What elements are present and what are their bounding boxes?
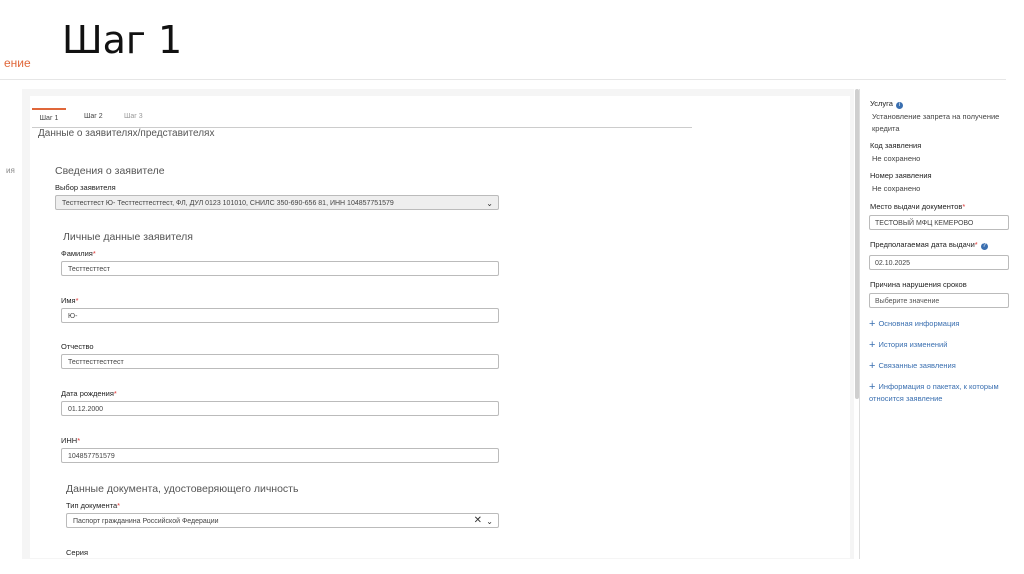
reason-label: Причина нарушения сроков: [870, 280, 967, 289]
date-label: Предполагаемая дата выдачи*?: [870, 240, 988, 250]
link-main-info[interactable]: + Основная информация: [869, 318, 960, 330]
applicant-select-value: Тесттесттест Ю- Тесттесттесттест, ФЛ, ДУ…: [62, 200, 394, 207]
patronymic-label: Отчество: [61, 342, 94, 351]
required-mark: *: [113, 389, 117, 398]
tab-step-2[interactable]: Шаг 2: [84, 113, 103, 120]
cropped-header-text: ение: [4, 56, 31, 70]
patronymic-input[interactable]: Тесттесттесттест: [61, 354, 499, 369]
document-section-title: Данные документа, удостоверяющего личнос…: [66, 483, 299, 495]
doc-type-select[interactable]: Паспорт гражданина Российской Федерации …: [66, 513, 499, 528]
form-heading: Данные о заявителях/представителях: [38, 128, 215, 139]
inn-label: ИНН*: [61, 436, 81, 445]
clear-icon[interactable]: ✕: [474, 513, 482, 528]
doc-type-label: Тип документа*: [66, 501, 121, 510]
tab-step-1[interactable]: Шаг 1: [32, 108, 66, 127]
required-mark: *: [77, 436, 81, 445]
required-mark: *: [974, 240, 978, 249]
applicant-section-title: Сведения о заявителе: [55, 165, 165, 177]
chevron-down-icon: ⌄: [486, 199, 493, 208]
number-label: Номер заявления: [870, 171, 932, 180]
required-mark: *: [92, 249, 96, 258]
applicant-select[interactable]: Тесттесттест Ю- Тесттесттесттест, ФЛ, ДУ…: [55, 195, 499, 210]
header-divider: [0, 79, 1006, 80]
reason-select[interactable]: Выберите значение: [869, 293, 1009, 308]
code-label: Код заявления: [870, 141, 922, 150]
name-input[interactable]: Ю-: [61, 308, 499, 323]
plus-icon: +: [869, 318, 876, 330]
sidebar-divider: [859, 89, 860, 559]
plus-icon: +: [869, 339, 876, 351]
plus-icon: +: [869, 381, 876, 393]
code-value: Не сохранено: [872, 154, 921, 163]
place-label: Место выдачи документов*: [870, 202, 966, 211]
cropped-side-text: ия: [6, 166, 15, 175]
personal-section-title: Личные данные заявителя: [63, 231, 193, 243]
help-icon[interactable]: ?: [980, 243, 988, 250]
required-mark: *: [75, 296, 79, 305]
birth-date-input[interactable]: 01.12.2000: [61, 401, 499, 416]
name-label: Имя*: [61, 296, 79, 305]
service-label: Услуга i: [870, 99, 903, 109]
applicant-select-label: Выбор заявителя: [55, 183, 116, 192]
series-label: Серия: [66, 548, 89, 557]
required-mark: *: [962, 202, 966, 211]
doc-type-value: Паспорт гражданина Российской Федерации: [73, 518, 219, 525]
tab-step-3[interactable]: Шаг 3: [124, 113, 143, 120]
required-mark: *: [117, 501, 121, 510]
service-value: Установление запрета на получение кредит…: [872, 112, 1000, 133]
link-packages-info[interactable]: + Информация о пакетах, к которым относит…: [869, 381, 1014, 405]
number-value: Не сохранено: [872, 184, 921, 193]
surname-input[interactable]: Тесттесттест: [61, 261, 499, 276]
link-change-history[interactable]: + История изменений: [869, 339, 947, 351]
place-select[interactable]: ТЕСТОВЫЙ МФЦ КЕМЕРОВО: [869, 215, 1009, 230]
link-related-applications[interactable]: + Связанные заявления: [869, 360, 956, 372]
inn-input[interactable]: 104857751579: [61, 448, 499, 463]
step-tabs: Шаг 1 Шаг 2 Шаг 3: [32, 108, 692, 128]
info-icon[interactable]: i: [895, 102, 903, 109]
slide-title: Шаг 1: [62, 18, 183, 62]
surname-label: Фамилия*: [61, 249, 96, 258]
issue-date-input[interactable]: 02.10.2025: [869, 255, 1009, 270]
plus-icon: +: [869, 360, 876, 372]
chevron-down-icon: ⌄: [486, 517, 493, 526]
birth-date-label: Дата рождения*: [61, 389, 117, 398]
